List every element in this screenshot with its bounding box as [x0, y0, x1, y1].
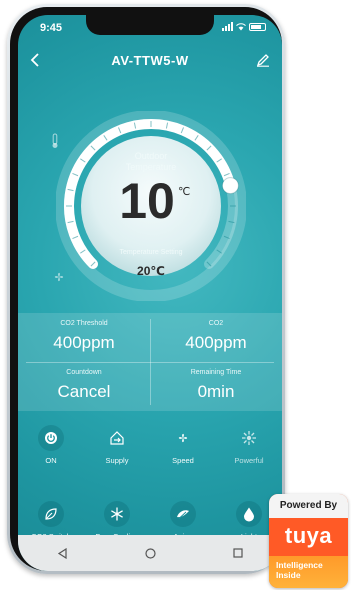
remaining-time-cell: Remaining Time 0min — [150, 362, 282, 411]
device-title: AV-TTW5-W — [111, 53, 189, 68]
system-icons — [222, 22, 266, 31]
powerful-icon — [236, 425, 262, 451]
remaining-time-value: 0min — [197, 382, 235, 401]
intelligence-inside-text: Intelligence Inside — [269, 556, 348, 588]
outdoor-temperature-label: Outdoor Temperature — [125, 151, 177, 172]
leaf-icon — [38, 501, 64, 527]
info-panel: CO2 Threshold 400ppm CO2 400ppm Countdow… — [18, 313, 282, 411]
countdown-label: Countdown — [66, 369, 102, 376]
co2-label: CO2 — [208, 320, 224, 327]
speed-button[interactable]: Speed — [150, 425, 216, 465]
status-bar: 9:45 — [18, 15, 282, 39]
speed-label: Speed — [172, 456, 194, 465]
anion-icon — [170, 501, 196, 527]
square-recents-icon — [233, 548, 243, 558]
app-header: AV-TTW5-W — [18, 51, 282, 75]
android-nav-bar — [18, 535, 282, 571]
tuya-badge: Powered By tuya Intelligence Inside — [269, 494, 348, 588]
countdown-value: Cancel — [57, 382, 111, 401]
powerful-button[interactable]: Powerful — [216, 425, 282, 465]
power-label: ON — [45, 456, 57, 465]
triangle-back-icon — [57, 547, 67, 559]
tuya-logo: tuya — [269, 518, 348, 556]
nav-back-button[interactable] — [42, 547, 82, 559]
battery-icon — [249, 22, 266, 31]
tagline-line-2: Inside — [276, 570, 301, 580]
temperature-unit: ℃ — [178, 186, 191, 198]
nav-recents-button[interactable] — [218, 548, 258, 558]
app-screen: 9:45 AV-TTW5-W Outdoor Temperature 10 ℃ … — [18, 15, 282, 571]
co2-threshold-value: 400ppm — [53, 333, 115, 352]
temperature-setting-label: Temperature Setting — [119, 249, 183, 256]
droplet-icon — [236, 501, 262, 527]
status-time: 9:45 — [40, 22, 63, 34]
co2-threshold-label: CO2 Threshold — [60, 320, 108, 327]
remaining-time-label: Remaining Time — [190, 369, 242, 376]
power-icon — [38, 425, 64, 451]
power-button[interactable]: ON — [18, 425, 84, 465]
powered-by-text: Powered By — [269, 494, 348, 518]
circle-home-icon — [144, 547, 156, 559]
co2-cell: CO2 400ppm — [150, 313, 282, 362]
countdown-cell[interactable]: Countdown Cancel — [18, 362, 150, 411]
supply-label: Supply — [105, 456, 129, 465]
supply-icon — [104, 425, 130, 451]
powerful-label: Powerful — [234, 456, 264, 465]
tagline-line-1: Intelligence — [276, 560, 323, 570]
phone-frame: 9:45 AV-TTW5-W Outdoor Temperature 10 ℃ … — [7, 4, 285, 574]
fan-icon — [170, 425, 196, 451]
temperature-dial: Outdoor Temperature 10 ℃ Temperature Set… — [56, 111, 246, 301]
nav-home-button[interactable] — [130, 547, 170, 559]
edit-button[interactable] — [256, 53, 270, 72]
pencil-icon — [256, 54, 269, 67]
dial-readout: Outdoor Temperature 10 ℃ Temperature Set… — [56, 111, 246, 301]
wifi-icon — [236, 22, 246, 30]
co2-value: 400ppm — [185, 333, 247, 352]
outdoor-temperature-value: 10 — [119, 173, 175, 229]
signal-icon — [222, 22, 233, 31]
co2-threshold-cell[interactable]: CO2 Threshold 400ppm — [18, 313, 150, 362]
temperature-setting-value: 20℃ — [137, 264, 165, 278]
supply-button[interactable]: Supply — [84, 425, 150, 465]
snowflake-icon — [104, 501, 130, 527]
